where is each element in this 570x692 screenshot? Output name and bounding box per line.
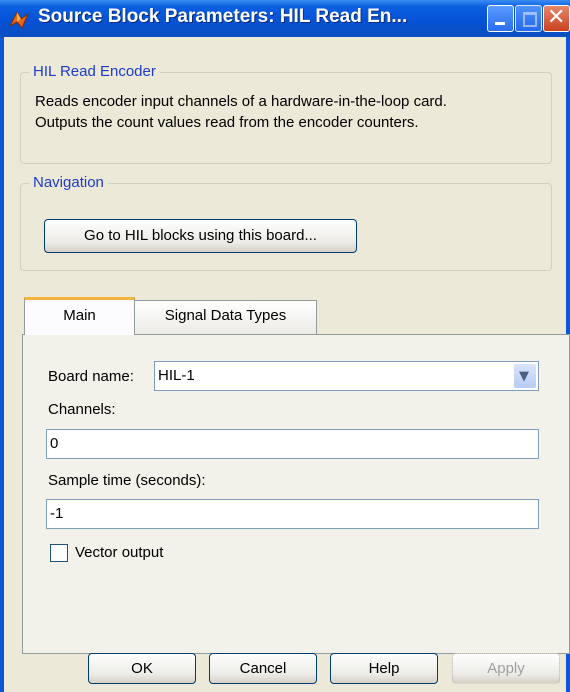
vector-output-label: Vector output [75, 544, 164, 561]
window-title: Source Block Parameters: HIL Read En... [38, 6, 408, 27]
board-name-label: Board name: [48, 368, 134, 385]
chevron-down-icon: ▼ [519, 369, 529, 384]
go-to-hil-blocks-button[interactable]: Go to HIL blocks using this board... [44, 219, 357, 253]
description-line-2: Outputs the count values read from the e… [35, 114, 419, 131]
tab-main[interactable]: Main [24, 297, 135, 335]
block-description: Reads encoder input channels of a hardwa… [35, 91, 535, 133]
close-button[interactable]: ✕ [543, 5, 570, 32]
cancel-button[interactable]: Cancel [209, 653, 317, 684]
channels-label: Channels: [48, 401, 116, 418]
title-bar[interactable]: Source Block Parameters: HIL Read En... … [0, 0, 570, 37]
sample-time-label: Sample time (seconds): [48, 472, 206, 489]
sample-time-input[interactable]: -1 [46, 499, 539, 529]
vector-output-checkbox[interactable] [50, 544, 68, 562]
minimize-button[interactable] [487, 5, 514, 32]
ok-button[interactable]: OK [88, 653, 196, 684]
simulink-app-icon [8, 10, 30, 29]
board-name-dropdown-button[interactable]: ▼ [514, 364, 536, 388]
maximize-button[interactable] [515, 5, 542, 32]
help-button[interactable]: Help [330, 653, 438, 684]
board-name-select[interactable]: HIL-1 ▼ [154, 361, 539, 391]
minimize-icon [495, 22, 505, 25]
window-frame-left [0, 37, 4, 692]
description-line-1: Reads encoder input channels of a hardwa… [35, 93, 447, 110]
apply-button[interactable]: Apply [452, 653, 560, 684]
description-group-legend: HIL Read Encoder [29, 63, 160, 80]
channels-value: 0 [50, 435, 59, 452]
channels-input[interactable]: 0 [46, 429, 539, 459]
close-icon: ✕ [547, 5, 566, 30]
navigation-group-legend: Navigation [29, 174, 108, 191]
dialog-window: Source Block Parameters: HIL Read En... … [0, 0, 570, 692]
description-group: HIL Read Encoder Reads encoder input cha… [20, 63, 552, 164]
tab-signal-data-types[interactable]: Signal Data Types [135, 300, 317, 335]
sample-time-value: -1 [50, 505, 64, 522]
maximize-icon [523, 12, 537, 27]
board-name-value: HIL-1 [158, 367, 195, 384]
